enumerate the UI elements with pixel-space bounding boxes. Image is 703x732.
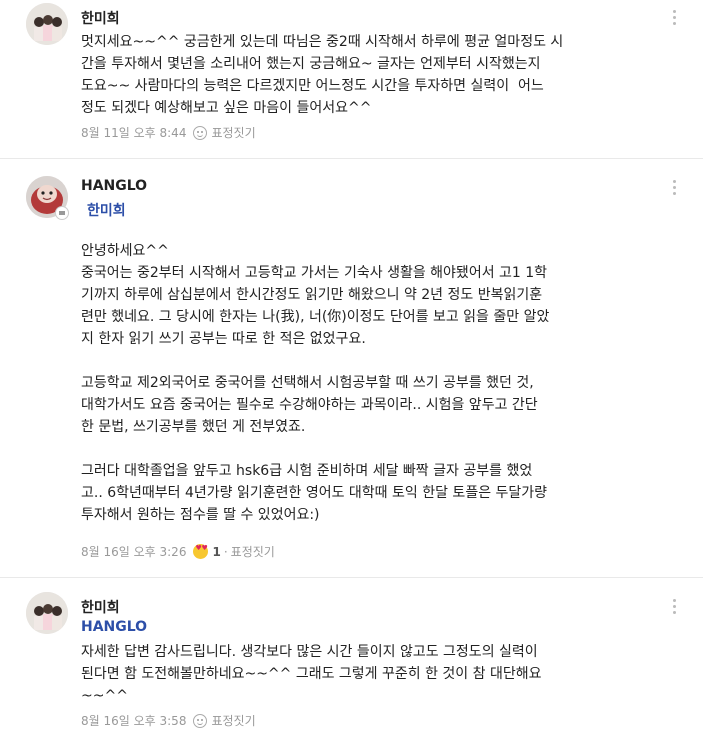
heart-eyes-emoji-icon[interactable] — [193, 544, 209, 559]
react-button[interactable]: 표정짓기 — [211, 712, 255, 729]
comment-date[interactable]: 8월 16일 오후 3:58 — [81, 712, 186, 729]
more-options-icon[interactable] — [673, 10, 677, 25]
more-options-icon[interactable] — [673, 599, 677, 614]
comment-author[interactable]: 한미희 — [81, 597, 120, 617]
divider — [0, 577, 703, 578]
separator-dot: · — [223, 544, 228, 559]
comment-meta: 8월 11일 오후 8:44 표정짓기 — [81, 124, 256, 141]
mention-link[interactable]: 한미희 — [87, 200, 126, 220]
comment-meta: 8월 16일 오후 3:58 표정짓기 — [81, 712, 256, 729]
react-button[interactable]: 표정짓기 — [211, 124, 255, 141]
comment-meta: 8월 16일 오후 3:26 1 · 표정짓기 — [81, 543, 275, 560]
comment-date[interactable]: 8월 16일 오후 3:26 — [81, 543, 186, 560]
reaction-count[interactable]: 1 — [212, 545, 220, 559]
comment-body: 자세한 답변 감사드립니다. 생각보다 많은 시간 들이지 않고도 그정도의 실… — [81, 644, 542, 704]
smiley-icon[interactable] — [193, 125, 208, 140]
comment-body: 안녕하세요^^ 중국어는 중2부터 시작해서 고등학교 가서는 기숙사 생활을 … — [81, 243, 550, 523]
verified-badge-icon — [55, 206, 69, 220]
avatar[interactable] — [26, 3, 68, 45]
comment-author[interactable]: HANGLO — [81, 178, 147, 194]
more-options-icon[interactable] — [673, 180, 677, 195]
smiley-icon[interactable] — [193, 713, 208, 728]
avatar[interactable] — [26, 592, 68, 634]
comment-author[interactable]: 한미희 — [81, 8, 120, 28]
divider — [0, 158, 703, 159]
react-button[interactable]: 표정짓기 — [231, 543, 275, 560]
mention-link[interactable]: HANGLO — [81, 619, 147, 635]
comment-body: 멋지세요~~^^ 궁금한게 있는데 따님은 중2때 시작해서 하루에 평균 얼마… — [81, 34, 564, 116]
comment-date[interactable]: 8월 11일 오후 8:44 — [81, 124, 186, 141]
